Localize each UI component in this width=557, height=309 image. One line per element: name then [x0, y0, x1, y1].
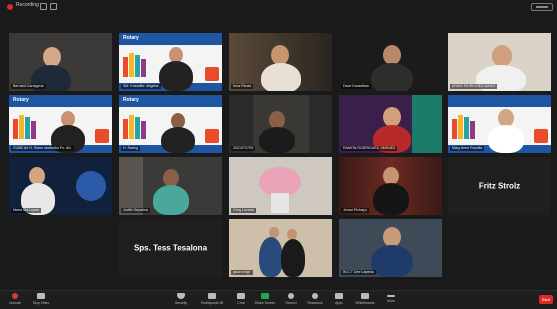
- share-screen-button[interactable]: Share Screen: [254, 293, 276, 305]
- participant-name: 2021070709: [231, 146, 255, 151]
- participant-tile[interactable]: Jomar Pichayu: [339, 157, 442, 215]
- more-dots-icon: [387, 295, 395, 297]
- security-button[interactable]: Security: [170, 293, 192, 305]
- participant-tile[interactable]: Bernard Cartagena: [9, 33, 112, 91]
- participant-tile[interactable]: ARIAS PIDRIGUEZ MAGO: [448, 33, 551, 91]
- record-button[interactable]: Record: [280, 293, 302, 305]
- end-meeting-button[interactable]: End: [539, 295, 553, 304]
- video-button[interactable]: Stop Video: [30, 293, 52, 305]
- participant-name: SM. Kristoffer Jetgeba: [121, 84, 161, 89]
- whiteboards-button[interactable]: Whiteboards: [352, 293, 378, 305]
- participant-tile[interactable]: Maria Sol Lupas: [9, 157, 112, 215]
- rotary-bars-icon: [123, 113, 149, 139]
- video-camera-icon: [37, 293, 45, 299]
- participant-tile[interactable]: Irma Pimas: [229, 33, 332, 91]
- participant-name: Greg Lozada: [231, 208, 256, 213]
- whiteboard-icon: [361, 293, 369, 299]
- participant-tile[interactable]: Rotary SM. Kristoffer Jetgeba: [119, 33, 222, 91]
- meeting-controls: Unmute Stop Video Security Participants …: [0, 290, 557, 309]
- participant-name: Mary Anne Rocella: [450, 146, 485, 151]
- participant-name: Irma Pimas: [231, 84, 254, 89]
- participants-icon: [208, 293, 216, 299]
- participant-tile[interactable]: Mary Anne Rocella: [448, 95, 551, 153]
- participants-count: 56: [219, 301, 224, 305]
- participant-name: Jomar Pichayu: [341, 208, 369, 213]
- participants-button[interactable]: Participants 56: [198, 293, 226, 305]
- participant-tile[interactable]: Sps. Tess Tesalona: [119, 219, 222, 277]
- participant-tile[interactable]: Rotary H. Raring: [119, 95, 222, 153]
- more-button[interactable]: More: [380, 293, 402, 303]
- rotary-logo: Rotary: [123, 35, 139, 41]
- participant-tile[interactable]: 2021070709: [229, 95, 332, 153]
- participant-name: Dave Karanthan: [341, 84, 371, 89]
- participant-tile[interactable]: Dave Karanthan: [339, 33, 442, 91]
- chat-button[interactable]: Chat: [230, 293, 252, 305]
- gallery-grid: Bernard Cartagena Rotary SM. Kristoffer …: [0, 0, 557, 290]
- rotary-logo: Rotary: [13, 97, 29, 103]
- participant-name: W.C.T Dee Lapena: [341, 270, 376, 275]
- participant-name: Sps. Tess Tesalona: [133, 243, 208, 253]
- participant-tile[interactable]: Judith Deparina: [119, 157, 222, 215]
- participant-tile[interactable]: RAMON RODRIGUEZ JIMENEZ: [339, 95, 442, 153]
- rotary-bars-icon: [13, 113, 39, 139]
- participant-name: 21080 Art H. Rizes /ambo/bo Pc. Art.: [11, 146, 74, 151]
- participant-tile[interactable]: jason engr.: [229, 219, 332, 277]
- participant-name: Judith Deparina: [121, 208, 151, 213]
- participant-name: Fritz Strolz: [478, 181, 521, 191]
- rotary-logo: Rotary: [123, 97, 139, 103]
- participant-name: ARIAS PIDRIGUEZ MAGO: [450, 84, 498, 89]
- microphone-muted-icon: [12, 293, 18, 299]
- participant-tile[interactable]: Rotary 21080 Art H. Rizes /ambo/bo Pc. A…: [9, 95, 112, 153]
- participant-name: Maria Sol Lupas: [11, 208, 41, 213]
- shield-icon: [177, 293, 185, 299]
- mute-button[interactable]: Unmute: [4, 293, 26, 305]
- participant-name: RAMON RODRIGUEZ JIMENEZ: [341, 146, 398, 151]
- participant-name: jason engr.: [231, 270, 253, 275]
- apps-button[interactable]: Apps: [328, 293, 350, 305]
- rotary-bars-icon: [452, 113, 478, 139]
- apps-grid-icon: [335, 293, 343, 299]
- share-screen-icon: [261, 293, 269, 299]
- rotary-bars-icon: [123, 51, 149, 77]
- participant-name: Bernard Cartagena: [11, 84, 46, 89]
- participant-tile[interactable]: Greg Lozada: [229, 157, 332, 215]
- participant-tile[interactable]: Fritz Strolz: [448, 157, 551, 215]
- chat-bubble-icon: [237, 293, 245, 299]
- reactions-button[interactable]: Reactions: [304, 293, 326, 305]
- record-icon: [288, 293, 294, 299]
- participant-name: H. Raring: [121, 146, 141, 151]
- participant-tile[interactable]: W.C.T Dee Lapena: [339, 219, 442, 277]
- smiley-icon: [312, 293, 318, 299]
